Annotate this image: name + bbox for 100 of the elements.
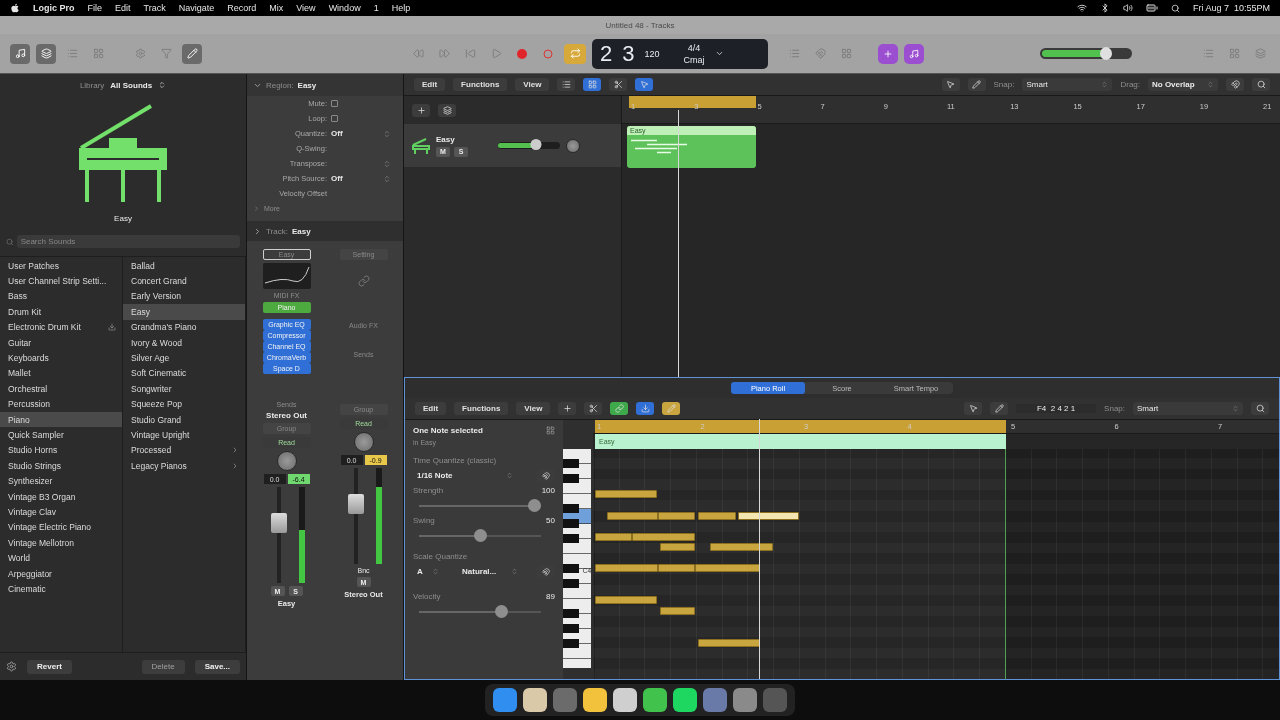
patch-item[interactable]: Easy xyxy=(123,304,245,320)
plus-icon[interactable] xyxy=(562,404,572,413)
library-button[interactable] xyxy=(10,43,30,64)
patch-item[interactable]: Ivory & Wood xyxy=(123,334,245,351)
pencil-tool-button[interactable] xyxy=(967,78,986,91)
link-icon[interactable] xyxy=(357,275,370,287)
search-field[interactable]: Search Sounds xyxy=(16,235,240,248)
menu-item[interactable]: Track xyxy=(143,3,166,13)
category-item[interactable]: Vintage Electric Piano xyxy=(0,519,122,536)
fader-handle[interactable] xyxy=(270,513,287,534)
snap-popup[interactable]: Smart xyxy=(1022,78,1113,91)
patch-item[interactable]: Soft Cinematic xyxy=(123,365,245,382)
patch-item[interactable]: Grandma's Piano xyxy=(123,319,245,335)
menu-button[interactable]: Edit xyxy=(415,402,447,415)
metronome-button[interactable] xyxy=(904,43,924,64)
slider-thumb[interactable] xyxy=(530,139,542,150)
menu-item[interactable]: Window xyxy=(328,3,361,13)
midi-note[interactable] xyxy=(660,543,695,551)
search-icon[interactable] xyxy=(1256,80,1266,89)
category-item[interactable]: World xyxy=(0,550,122,566)
piano-keyboard-drawing[interactable] xyxy=(563,449,593,668)
category-item[interactable]: Quick Sampler xyxy=(0,427,122,443)
menu-item[interactable]: Mix xyxy=(269,3,284,13)
pan-knob[interactable] xyxy=(353,432,374,452)
volume-icon[interactable] xyxy=(1122,3,1133,13)
menu-button[interactable]: Edit xyxy=(414,78,446,91)
stepper-icon[interactable] xyxy=(383,159,391,168)
slider-thumb[interactable] xyxy=(473,529,487,542)
category-item[interactable]: Studio Horns xyxy=(0,442,122,459)
count-in-button[interactable] xyxy=(878,43,898,64)
apple-icon[interactable] xyxy=(10,3,20,13)
editor-button[interactable] xyxy=(182,43,202,64)
pencil-tool-button[interactable] xyxy=(990,402,1009,415)
scissors-button[interactable] xyxy=(609,78,628,91)
menu-button[interactable]: View xyxy=(516,402,551,415)
pointer-icon[interactable] xyxy=(946,80,956,89)
patch-item[interactable]: Concert Grand xyxy=(123,273,245,289)
waveform-zoom-button[interactable] xyxy=(1226,78,1244,91)
fader-handle[interactable] xyxy=(347,494,364,515)
patch-item[interactable]: Squeeze Pop xyxy=(123,396,245,412)
pointer-tool-button[interactable] xyxy=(964,402,983,415)
checkbox[interactable] xyxy=(331,115,338,122)
category-item[interactable]: Mallet xyxy=(0,365,122,382)
menu-item[interactable]: Edit xyxy=(115,3,131,13)
app-icon[interactable] xyxy=(673,688,697,712)
patch-item[interactable]: Processed xyxy=(123,442,245,459)
bluetooth-icon[interactable] xyxy=(1099,3,1110,13)
snap-popup[interactable]: Smart xyxy=(1133,402,1243,415)
app-icon[interactable] xyxy=(733,688,757,712)
menu-button[interactable]: Functions xyxy=(454,402,509,415)
patch-item[interactable]: Songwriter xyxy=(123,381,245,397)
category-item[interactable]: Vintage B3 Organ xyxy=(0,488,122,505)
track-volume-slider[interactable] xyxy=(498,142,560,149)
slider-thumb[interactable] xyxy=(495,605,509,618)
app-icon[interactable] xyxy=(583,688,607,712)
music-note-icon[interactable] xyxy=(14,48,26,59)
chevron-icon[interactable] xyxy=(158,81,167,89)
midi-note[interactable] xyxy=(658,564,695,572)
add-button[interactable] xyxy=(558,402,577,415)
pointer-icon[interactable] xyxy=(968,404,978,413)
menu-item[interactable]: File xyxy=(87,3,103,13)
category-item[interactable]: Guitar xyxy=(0,334,122,351)
midi-note[interactable] xyxy=(658,512,695,520)
music-note-icon[interactable] xyxy=(909,48,919,59)
midi-note[interactable] xyxy=(607,512,658,520)
scissors-icon[interactable] xyxy=(613,80,623,89)
stepper-icon[interactable] xyxy=(383,174,391,183)
catch-button[interactable] xyxy=(635,78,654,91)
track-options-button[interactable] xyxy=(438,103,456,117)
midi-note[interactable] xyxy=(698,639,760,647)
menu-item[interactable]: 1 xyxy=(373,3,379,13)
velocity-slider[interactable] xyxy=(419,605,541,618)
pan-knob[interactable] xyxy=(276,451,297,471)
patch-item[interactable]: Early Version xyxy=(123,288,245,305)
category-item[interactable]: Studio Strings xyxy=(0,458,122,474)
drag-popup[interactable]: No Overlap xyxy=(1148,78,1218,91)
menu-button[interactable]: View xyxy=(515,78,550,91)
midi-note[interactable] xyxy=(738,512,799,520)
menu-item[interactable]: Navigate xyxy=(178,3,215,13)
menu-button[interactable]: Functions xyxy=(453,78,508,91)
app-icon[interactable] xyxy=(643,688,667,712)
search-icon[interactable] xyxy=(1170,3,1180,13)
category-item[interactable]: Keyboards xyxy=(0,350,122,366)
settings-icon[interactable] xyxy=(6,661,17,672)
pointer-tool-button[interactable] xyxy=(941,78,960,91)
swing-slider[interactable] xyxy=(419,529,541,542)
plus-icon[interactable] xyxy=(883,48,893,59)
app-icon[interactable] xyxy=(493,688,517,712)
pencil-icon[interactable] xyxy=(972,80,982,89)
record-dot-icon[interactable] xyxy=(517,48,527,59)
menu-item[interactable]: Logic Pro xyxy=(33,3,75,13)
stepper-icon[interactable] xyxy=(383,129,391,138)
ring-icon[interactable] xyxy=(543,48,553,59)
grid-view-button[interactable] xyxy=(583,78,602,91)
category-item[interactable]: Synthesizer xyxy=(0,473,122,489)
strength-slider[interactable] xyxy=(419,499,541,512)
parameter-value[interactable]: Off xyxy=(331,174,379,183)
download-icon[interactable] xyxy=(108,323,116,332)
sound-source-popup[interactable]: All Sounds xyxy=(110,81,153,90)
menu-item[interactable]: View xyxy=(296,3,316,13)
